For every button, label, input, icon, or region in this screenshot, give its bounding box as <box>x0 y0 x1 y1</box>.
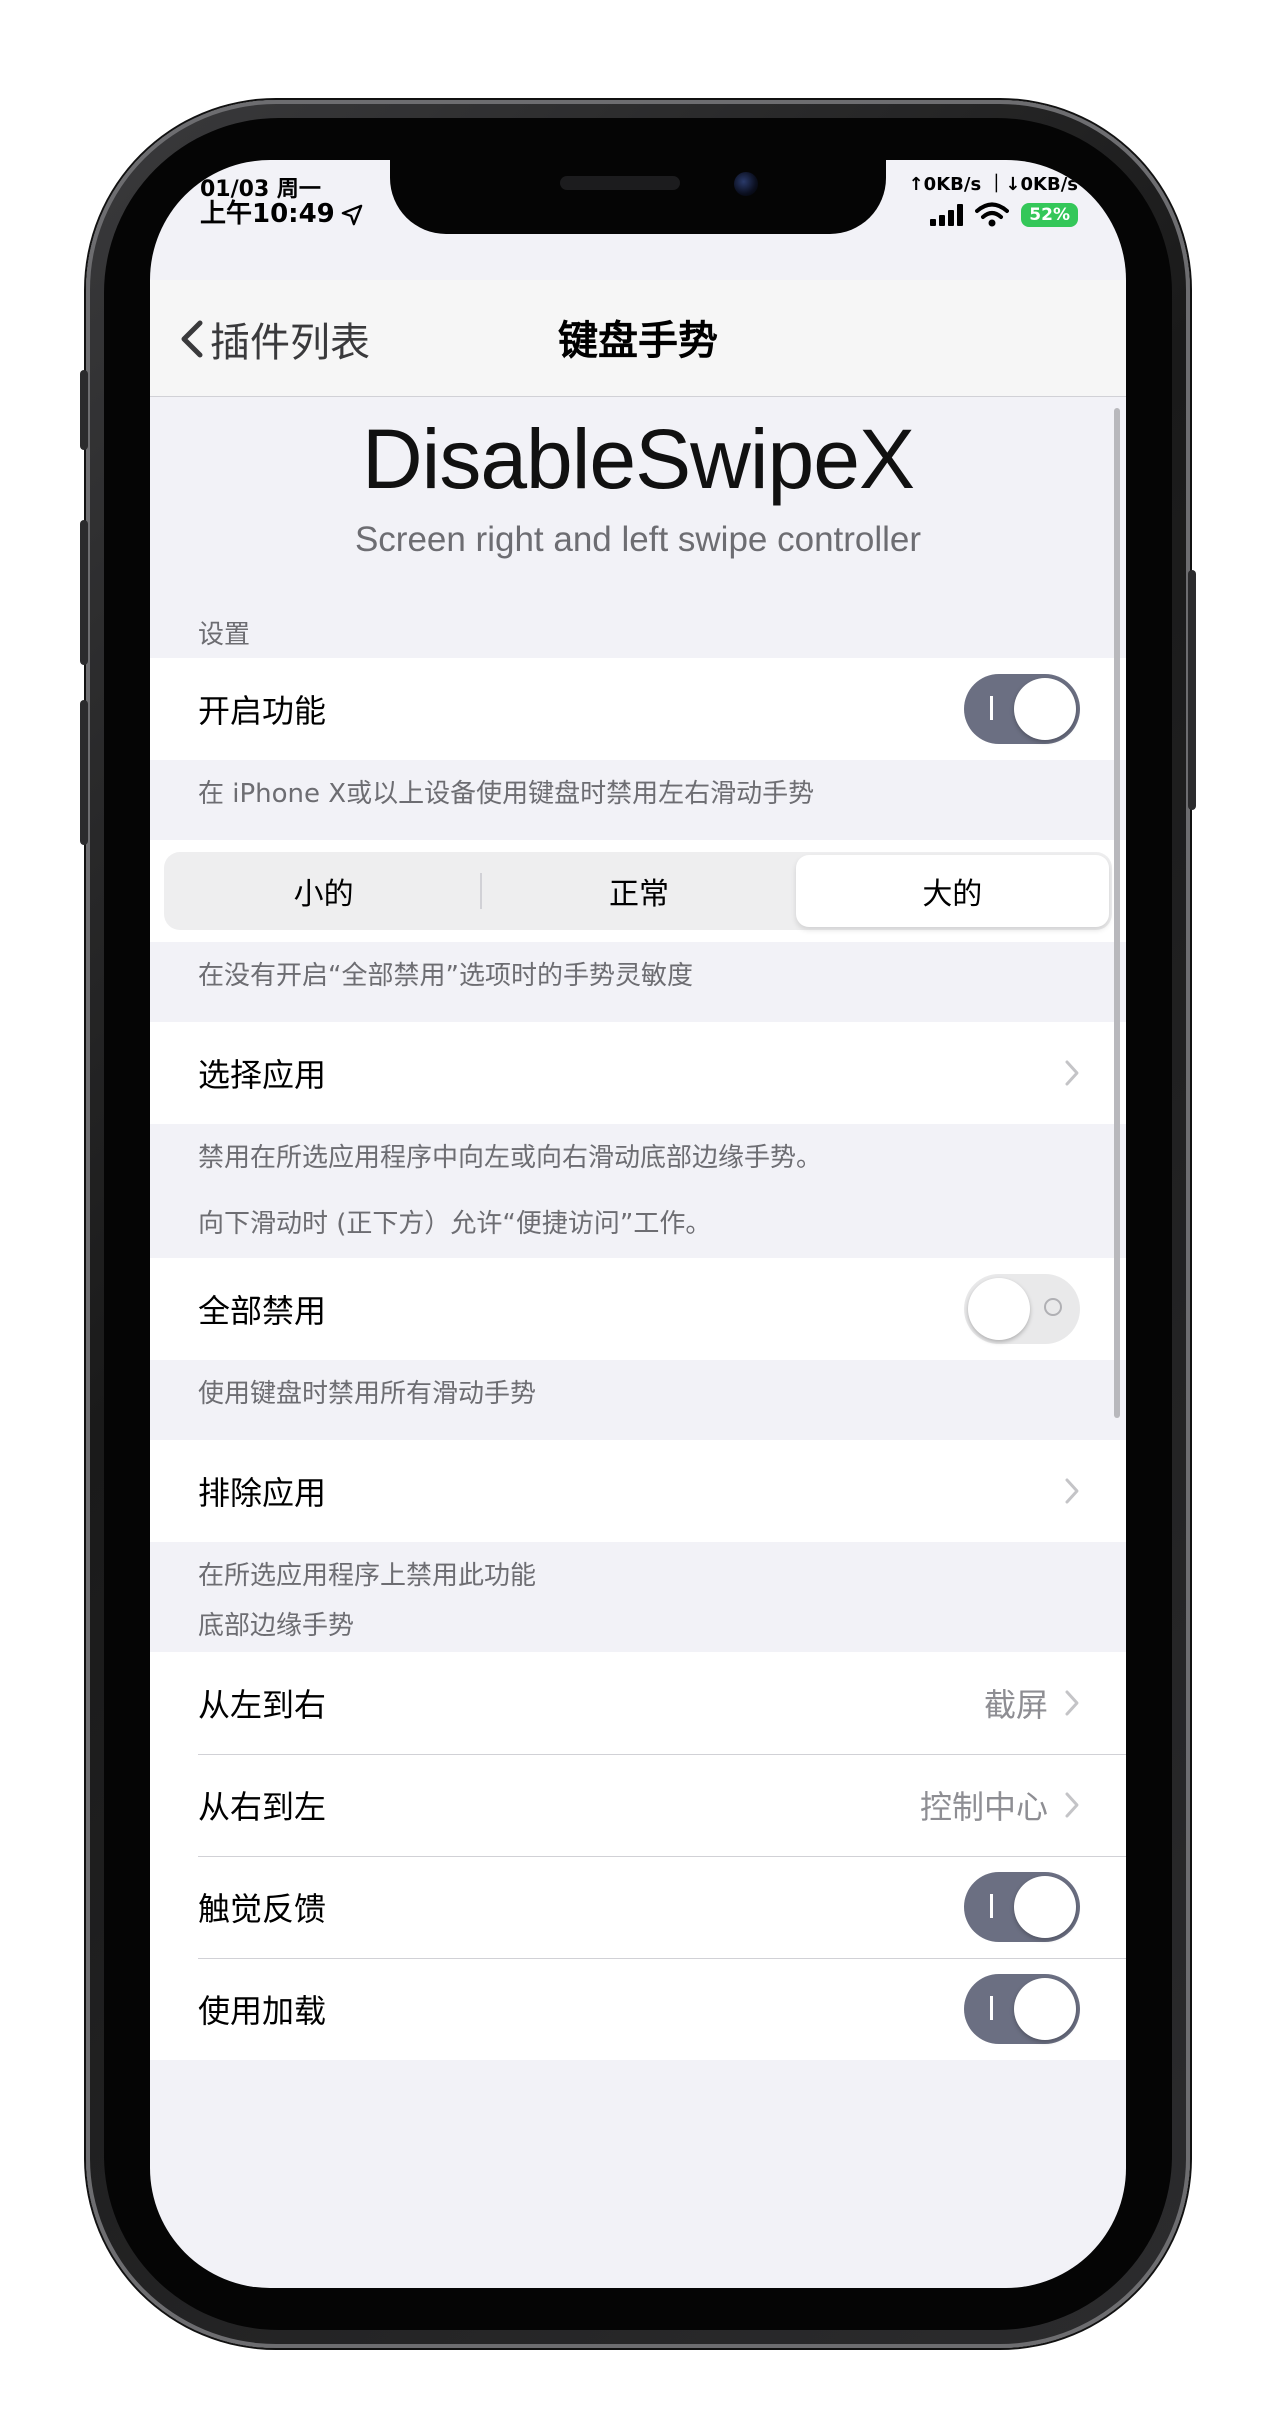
exclude-apps-row[interactable]: 排除应用 <box>150 1440 1126 1542</box>
status-time: 上午10:49 <box>200 199 335 230</box>
enable-feature-label: 开启功能 <box>198 692 327 730</box>
disable-all-footer: 使用键盘时禁用所有滑动手势 <box>198 1379 537 1409</box>
toggle-on-mark <box>990 696 993 720</box>
segment-large[interactable]: 大的 <box>795 855 1109 927</box>
select-apps-footer: 禁用在所选应用程序中向左或向右滑动底部边缘手势。 向下滑动时 (正下方）允许“便… <box>150 1124 1126 1258</box>
segment-small[interactable]: 小的 <box>167 855 480 927</box>
sensitivity-footer: 在没有开启“全部禁用”选项时的手势灵敏度 <box>198 961 693 991</box>
exclude-apps-label: 排除应用 <box>198 1474 327 1512</box>
enable-feature-footer: 在 iPhone X或以上设备使用键盘时禁用左右滑动手势 <box>198 779 815 809</box>
right-to-left-row[interactable]: 从右到左 控制中心 <box>150 1754 1126 1856</box>
toggle-on-mark <box>990 1894 993 1918</box>
sensitivity-segmented-control: 小的 正常 大的 <box>164 852 1112 930</box>
chevron-right-icon <box>1065 1478 1079 1504</box>
section-header-bottom-edge: 底部边缘手势 <box>198 1611 355 1641</box>
earpiece-speaker <box>560 176 680 190</box>
select-apps-footer-line2: 向下滑动时 (正下方）允许“便捷访问”工作。 <box>198 1209 712 1239</box>
select-apps-row[interactable]: 选择应用 <box>150 1022 1126 1124</box>
sensitivity-row: 小的 正常 大的 <box>150 840 1126 942</box>
haptic-feedback-label: 触觉反馈 <box>198 1890 327 1928</box>
segment-normal[interactable]: 正常 <box>482 855 795 927</box>
chevron-right-icon <box>1065 1060 1079 1086</box>
front-camera <box>734 172 758 196</box>
phone-screen: 01/03 周一 上午10:49 ↑0KB/s ｜↓0KB/s 52% 插件列表… <box>150 160 1126 2288</box>
toggle-knob <box>1014 1978 1076 2040</box>
toggle-off-mark <box>1044 1298 1062 1316</box>
status-right: ↑0KB/s ｜↓0KB/s 52% <box>878 170 1078 228</box>
disable-all-row: 全部禁用 <box>150 1258 1126 1360</box>
volume-down-button <box>80 700 88 845</box>
toggle-knob <box>1014 1876 1076 1938</box>
location-arrow-icon <box>341 204 363 226</box>
left-to-right-value: 截屏 <box>983 1686 1048 1724</box>
notch <box>390 160 886 234</box>
use-load-toggle[interactable] <box>964 1974 1080 2044</box>
status-icons: 52% <box>878 202 1078 228</box>
navigation-bar: 插件列表 键盘手势 <box>150 280 1126 397</box>
tweak-subtitle: Screen right and left swipe controller <box>354 520 922 559</box>
left-to-right-row[interactable]: 从左到右 截屏 <box>150 1652 1126 1754</box>
right-to-left-label: 从右到左 <box>198 1788 327 1826</box>
chevron-right-icon <box>1065 1792 1079 1818</box>
volume-up-button <box>80 520 88 665</box>
scrollbar[interactable] <box>1114 408 1120 1418</box>
battery-badge: 52% <box>1021 203 1078 227</box>
enable-feature-toggle[interactable] <box>964 674 1080 744</box>
left-to-right-label: 从左到右 <box>198 1686 327 1724</box>
power-button <box>1188 570 1196 810</box>
select-apps-footer-line1: 禁用在所选应用程序中向左或向右滑动底部边缘手势。 <box>198 1143 823 1173</box>
wifi-icon <box>975 202 1010 227</box>
toggle-knob <box>968 1278 1030 1340</box>
settings-content: DisableSwipeX Screen right and left swip… <box>150 397 1126 2060</box>
chevron-right-icon <box>1065 1690 1079 1716</box>
enable-feature-row: 开启功能 <box>150 658 1126 760</box>
tweak-title: DisableSwipeX <box>362 412 915 506</box>
network-speed: ↑0KB/s ｜↓0KB/s <box>908 174 1078 195</box>
page-title: 键盘手势 <box>558 318 718 364</box>
silent-switch <box>80 370 88 450</box>
status-left: 01/03 周一 上午10:49 <box>200 178 363 228</box>
status-time-row: 上午10:49 <box>200 199 363 230</box>
select-apps-label: 选择应用 <box>198 1056 327 1094</box>
cellular-signal-icon <box>930 204 964 226</box>
disable-all-label: 全部禁用 <box>198 1292 327 1330</box>
use-load-label: 使用加载 <box>198 1992 327 2030</box>
haptic-feedback-toggle[interactable] <box>964 1872 1080 1942</box>
haptic-feedback-row: 触觉反馈 <box>150 1856 1126 1958</box>
right-to-left-value: 控制中心 <box>919 1788 1048 1826</box>
toggle-on-mark <box>990 1996 993 2020</box>
exclude-apps-footer: 在所选应用程序上禁用此功能 <box>198 1561 537 1591</box>
section-header-settings: 设置 <box>198 620 251 650</box>
disable-all-toggle[interactable] <box>964 1274 1080 1344</box>
status-date: 01/03 周一 <box>200 177 321 202</box>
toggle-knob <box>1014 678 1076 740</box>
use-load-row: 使用加载 <box>150 1958 1126 2060</box>
